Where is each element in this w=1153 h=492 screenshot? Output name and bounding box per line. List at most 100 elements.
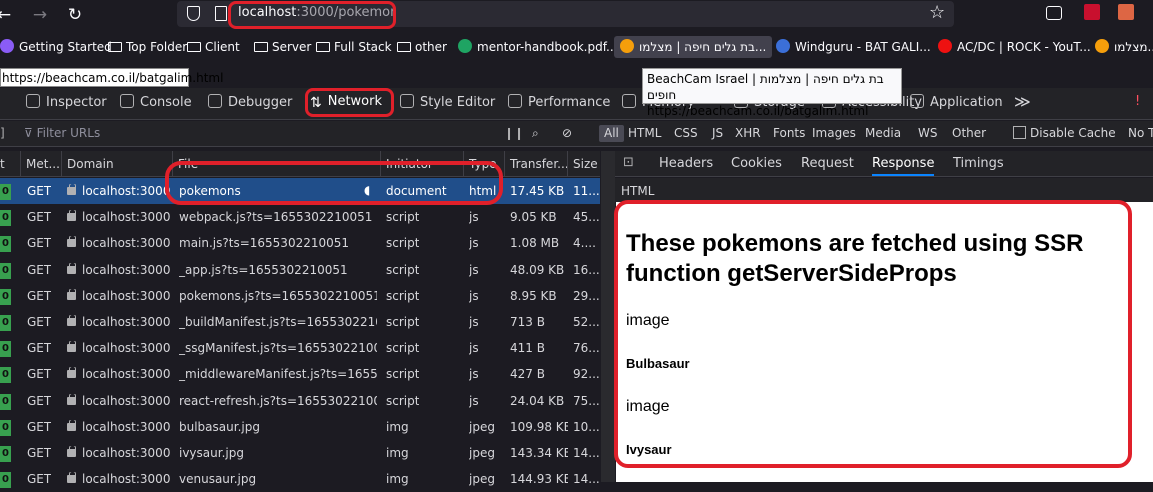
filter-css[interactable]: CSS (674, 126, 698, 140)
bookmark-item[interactable]: Full Stack (316, 38, 392, 56)
cell-type: jpeg (469, 446, 495, 460)
cell-file: pokemons.js?ts=1655302210051 (179, 288, 377, 303)
cell-domain: localhost:3000 (67, 472, 170, 486)
extension-icon-2[interactable] (1118, 4, 1134, 20)
style-editor-icon (400, 94, 414, 108)
more-tabs-icon[interactable]: ≫ (1014, 92, 1031, 111)
table-row[interactable]: 0 GET localhost:3000 _ssgManifest.js?ts=165… (0, 335, 600, 361)
inspector-icon (26, 94, 40, 108)
cell-file: main.js?ts=1655302210051 (179, 236, 350, 251)
bookmark-item[interactable]: בת גלים חיפה | מצלמו... (614, 36, 773, 58)
devtools-tab-application[interactable]: Application (910, 94, 1003, 110)
forward-icon[interactable]: → (28, 3, 52, 27)
page-icon[interactable] (215, 6, 227, 21)
filter-html[interactable]: HTML (628, 126, 661, 140)
bookmark-item[interactable]: Windguru - BAT GALI... (776, 38, 931, 56)
table-row[interactable]: 0 GET localhost:3000 _middlewareManifest.js… (0, 361, 600, 387)
cell-size: 4.... (573, 236, 596, 251)
bookmark-item[interactable]: mentor-handbook.pdf... (458, 38, 618, 56)
cell-domain: localhost:3000 (67, 341, 170, 355)
pocket-icon[interactable] (1046, 6, 1062, 20)
filter-all[interactable]: All (599, 125, 624, 142)
table-row[interactable]: 0 GET localhost:3000 venusaur.jpg img jpeg 144… (0, 466, 600, 492)
details-tab-response[interactable]: Response (872, 156, 935, 176)
shield-icon[interactable] (187, 6, 200, 21)
devtools-tab-debugger[interactable]: Debugger (208, 94, 292, 110)
cell-domain: localhost:3000 (67, 236, 170, 250)
cell-status: 0 (0, 366, 11, 384)
cell-type: js (469, 210, 479, 225)
bookmark-item[interactable]: Top Folder (108, 38, 187, 56)
search-icon[interactable]: ⌕ (532, 126, 539, 141)
cell-size: 10... (573, 419, 600, 434)
cell-domain: localhost:3000 (67, 184, 170, 198)
column-divider[interactable] (567, 151, 568, 177)
devtools-tab-style-editor[interactable]: Style Editor (400, 94, 495, 110)
extension-icon[interactable] (1084, 4, 1100, 20)
debugger-icon (208, 94, 222, 108)
filter-ws[interactable]: WS (918, 126, 937, 140)
column-status[interactable]: t (0, 157, 5, 171)
bookmark-item[interactable]: Getting Started (0, 38, 112, 56)
bookmark-item[interactable]: מצלמו... (1095, 38, 1153, 56)
cell-method: GET (27, 419, 52, 434)
devtools-tab-inspector[interactable]: Inspector (26, 94, 107, 110)
devtools-tab-console[interactable]: Console (120, 94, 192, 110)
filter-js[interactable]: JS (712, 126, 723, 140)
column-header[interactable]: Transfer... (510, 157, 569, 171)
table-row[interactable]: 0 GET localhost:3000 react-refresh.js?ts=16… (0, 388, 600, 414)
cell-status: 0 (0, 235, 11, 253)
column-divider[interactable] (504, 151, 505, 177)
cell-size: 14... (573, 446, 600, 460)
column-header[interactable]: Size (573, 157, 598, 171)
throttle-select[interactable]: No T (1128, 126, 1153, 140)
filter-fonts[interactable]: Fonts (773, 126, 805, 140)
error-icon[interactable]: ! (1135, 94, 1140, 109)
table-row[interactable]: 0 GET localhost:3000 bulbasaur.jpg img jpeg 10… (0, 414, 600, 440)
table-row[interactable]: 0 GET localhost:3000 ivysaur.jpg img jpeg 143.… (0, 440, 600, 466)
bookmark-item[interactable]: Client (187, 38, 240, 56)
column-divider[interactable] (61, 151, 62, 177)
bookmark-star-icon[interactable]: ☆ (929, 2, 945, 23)
column-header[interactable]: Met... (26, 157, 60, 171)
filter-input[interactable]: ⊽ Filter URLs (24, 126, 100, 140)
bookmark-item[interactable]: Server (254, 38, 311, 56)
pause-icon[interactable]: ❙❙ (504, 126, 524, 140)
trash-icon[interactable]: ] (0, 126, 5, 140)
cell-method: GET (27, 315, 52, 329)
table-row[interactable]: 0 GET localhost:3000 _app.js?ts=16553022100… (0, 257, 600, 283)
table-row[interactable]: 0 GET localhost:3000 webpack.js?ts=16553022… (0, 204, 600, 230)
cell-type: js (469, 288, 479, 303)
reload-icon[interactable]: ↻ (63, 3, 87, 27)
details-tab-request[interactable]: Request (801, 156, 854, 171)
cell-initiator: script (386, 236, 420, 251)
table-row[interactable]: 0 GET localhost:3000 main.js?ts=16553022100… (0, 230, 600, 256)
table-row[interactable]: 0 GET localhost:3000 _buildManifest.js?ts=1… (0, 309, 600, 335)
table-row[interactable]: 0 GET localhost:3000 pokemons.js?ts=1655302… (0, 283, 600, 309)
filter-xhr[interactable]: XHR (735, 126, 761, 140)
bookmark-item[interactable]: AC/DC | ROCK - YouT... (938, 38, 1091, 56)
disable-cache-checkbox[interactable]: Disable Cache (1013, 126, 1116, 140)
lock-icon (67, 262, 76, 274)
filter-images[interactable]: Images (812, 126, 856, 140)
details-tab-cookies[interactable]: Cookies (731, 156, 782, 171)
filter-other[interactable]: Other (952, 126, 986, 140)
back-icon[interactable]: ← (0, 3, 16, 27)
cell-status: 0 (0, 419, 11, 436)
folder-icon (316, 42, 330, 52)
panel-splitter[interactable] (601, 151, 615, 482)
block-icon[interactable]: ⊘ (562, 126, 572, 140)
bookmark-item[interactable]: other (397, 38, 447, 56)
details-tab-headers[interactable]: Headers (659, 156, 713, 171)
details-tab-timings[interactable]: Timings (953, 156, 1004, 171)
column-divider[interactable] (20, 151, 21, 177)
cell-initiator: img (386, 446, 409, 460)
cell-domain: localhost:3000 (67, 367, 170, 381)
column-header[interactable]: Domain (67, 157, 114, 171)
lock-icon (67, 419, 76, 431)
cell-method: GET (27, 184, 52, 198)
devtools-tab-performance[interactable]: Performance (508, 94, 610, 110)
filter-media[interactable]: Media (865, 126, 901, 140)
toggle-sidebar-icon[interactable]: ⊡ (623, 155, 634, 170)
cell-size: 52... (573, 315, 600, 329)
